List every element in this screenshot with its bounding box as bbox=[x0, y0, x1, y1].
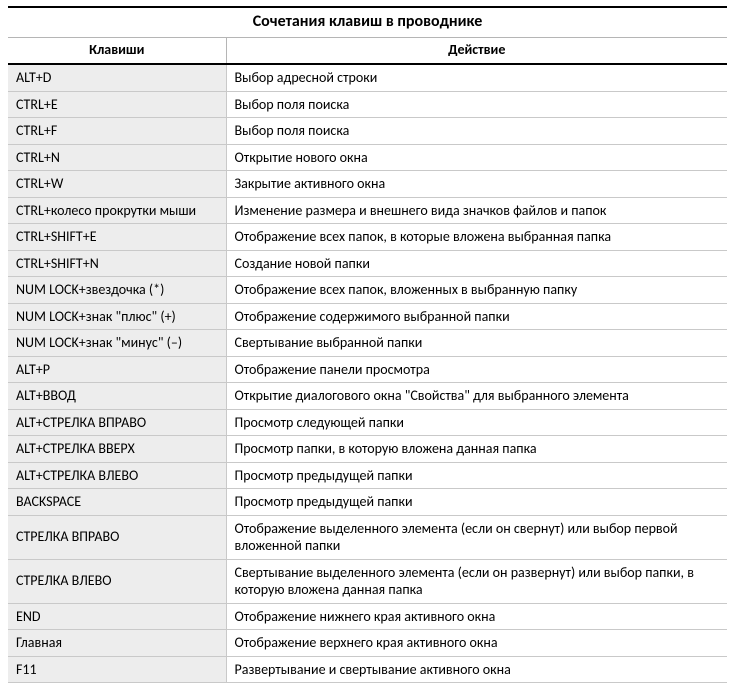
cell-action: Просмотр следующей папки bbox=[226, 409, 727, 436]
cell-key: ALT+D bbox=[8, 64, 226, 91]
cell-action: Отображение верхнего края активного окна bbox=[226, 630, 727, 657]
table-row: СТРЕЛКА ВЛЕВОСвертывание выделенного эле… bbox=[8, 559, 727, 603]
cell-action: Отображение всех папок, вложенных в выбр… bbox=[226, 277, 727, 304]
cell-action: Изменение размера и внешнего вида значко… bbox=[226, 197, 727, 224]
cell-action: Свертывание выделенного элемента (если о… bbox=[226, 559, 727, 603]
cell-action: Закрытие активного окна bbox=[226, 171, 727, 198]
table-row: ALT+СТРЕЛКА ВВЕРХПросмотр папки, в котор… bbox=[8, 436, 727, 463]
table-row: ALT+DВыбор адресной строки bbox=[8, 64, 727, 91]
cell-action: Развертывание и свертывание активного ок… bbox=[226, 656, 727, 683]
table-row: СТРЕЛКА ВПРАВООтображение выделенного эл… bbox=[8, 515, 727, 559]
cell-key: CTRL+E bbox=[8, 91, 226, 118]
table-row: CTRL+EВыбор поля поиска bbox=[8, 91, 727, 118]
cell-key: ALT+СТРЕЛКА ВЛЕВО bbox=[8, 462, 226, 489]
cell-action: Просмотр предыдущей папки bbox=[226, 489, 727, 516]
cell-action: Выбор поля поиска bbox=[226, 118, 727, 145]
table-row: ALT+ВВОДОткрытие диалогового окна "Свойс… bbox=[8, 383, 727, 410]
cell-key: END bbox=[8, 603, 226, 630]
table-row: CTRL+SHIFT+NСоздание новой папки bbox=[8, 250, 727, 277]
cell-action: Просмотр предыдущей папки bbox=[226, 462, 727, 489]
cell-key: ALT+P bbox=[8, 356, 226, 383]
cell-key: NUM LOCK+знак "плюс" (+) bbox=[8, 303, 226, 330]
cell-key: F11 bbox=[8, 656, 226, 683]
cell-key: Главная bbox=[8, 630, 226, 657]
header-action: Действие bbox=[226, 38, 727, 65]
table-row: CTRL+колесо прокрутки мышиИзменение разм… bbox=[8, 197, 727, 224]
cell-key: CTRL+SHIFT+E bbox=[8, 224, 226, 251]
cell-action: Просмотр папки, в которую вложена данная… bbox=[226, 436, 727, 463]
cell-action: Создание новой папки bbox=[226, 250, 727, 277]
cell-key: СТРЕЛКА ВПРАВО bbox=[8, 515, 226, 559]
cell-action: Отображение панели просмотра bbox=[226, 356, 727, 383]
table-row: CTRL+NОткрытие нового окна bbox=[8, 144, 727, 171]
table-row: ALT+СТРЕЛКА ВПРАВОПросмотр следующей пап… bbox=[8, 409, 727, 436]
table-row: CTRL+WЗакрытие активного окна bbox=[8, 171, 727, 198]
table-row: ALT+PОтображение панели просмотра bbox=[8, 356, 727, 383]
cell-key: ALT+ВВОД bbox=[8, 383, 226, 410]
cell-key: NUM LOCK+звездочка (*) bbox=[8, 277, 226, 304]
shortcut-table: Сочетания клавиш в проводнике Клавиши Де… bbox=[8, 6, 727, 683]
cell-key: BACKSPACE bbox=[8, 489, 226, 516]
cell-action: Отображение нижнего края активного окна bbox=[226, 603, 727, 630]
cell-key: СТРЕЛКА ВЛЕВО bbox=[8, 559, 226, 603]
cell-action: Открытие диалогового окна "Свойства" для… bbox=[226, 383, 727, 410]
table-row: CTRL+FВыбор поля поиска bbox=[8, 118, 727, 145]
cell-key: CTRL+W bbox=[8, 171, 226, 198]
table-row: NUM LOCK+звездочка (*)Отображение всех п… bbox=[8, 277, 727, 304]
cell-key: CTRL+SHIFT+N bbox=[8, 250, 226, 277]
cell-action: Выбор адресной строки bbox=[226, 64, 727, 91]
table-row: ALT+СТРЕЛКА ВЛЕВОПросмотр предыдущей пап… bbox=[8, 462, 727, 489]
table-row: ENDОтображение нижнего края активного ок… bbox=[8, 603, 727, 630]
table-row: NUM LOCK+знак "плюс" (+)Отображение соде… bbox=[8, 303, 727, 330]
cell-action: Открытие нового окна bbox=[226, 144, 727, 171]
cell-action: Свертывание выбранной папки bbox=[226, 330, 727, 357]
table-row: CTRL+SHIFT+EОтображение всех папок, в ко… bbox=[8, 224, 727, 251]
cell-action: Отображение всех папок, в которые вложен… bbox=[226, 224, 727, 251]
cell-action: Отображение содержимого выбранной папки bbox=[226, 303, 727, 330]
cell-action: Отображение выделенного элемента (если о… bbox=[226, 515, 727, 559]
table-row: BACKSPACEПросмотр предыдущей папки bbox=[8, 489, 727, 516]
cell-key: NUM LOCK+знак "минус" (–) bbox=[8, 330, 226, 357]
table-row: ГлавнаяОтображение верхнего края активно… bbox=[8, 630, 727, 657]
cell-key: ALT+СТРЕЛКА ВПРАВО bbox=[8, 409, 226, 436]
shortcut-table-container: Сочетания клавиш в проводнике Клавиши Де… bbox=[0, 0, 735, 693]
cell-action: Выбор поля поиска bbox=[226, 91, 727, 118]
header-keys: Клавиши bbox=[8, 38, 226, 65]
table-row: F11Развертывание и свертывание активного… bbox=[8, 656, 727, 683]
cell-key: CTRL+колесо прокрутки мыши bbox=[8, 197, 226, 224]
cell-key: CTRL+F bbox=[8, 118, 226, 145]
table-row: NUM LOCK+знак "минус" (–)Свертывание выб… bbox=[8, 330, 727, 357]
table-title: Сочетания клавиш в проводнике bbox=[8, 7, 727, 38]
cell-key: ALT+СТРЕЛКА ВВЕРХ bbox=[8, 436, 226, 463]
cell-key: CTRL+N bbox=[8, 144, 226, 171]
